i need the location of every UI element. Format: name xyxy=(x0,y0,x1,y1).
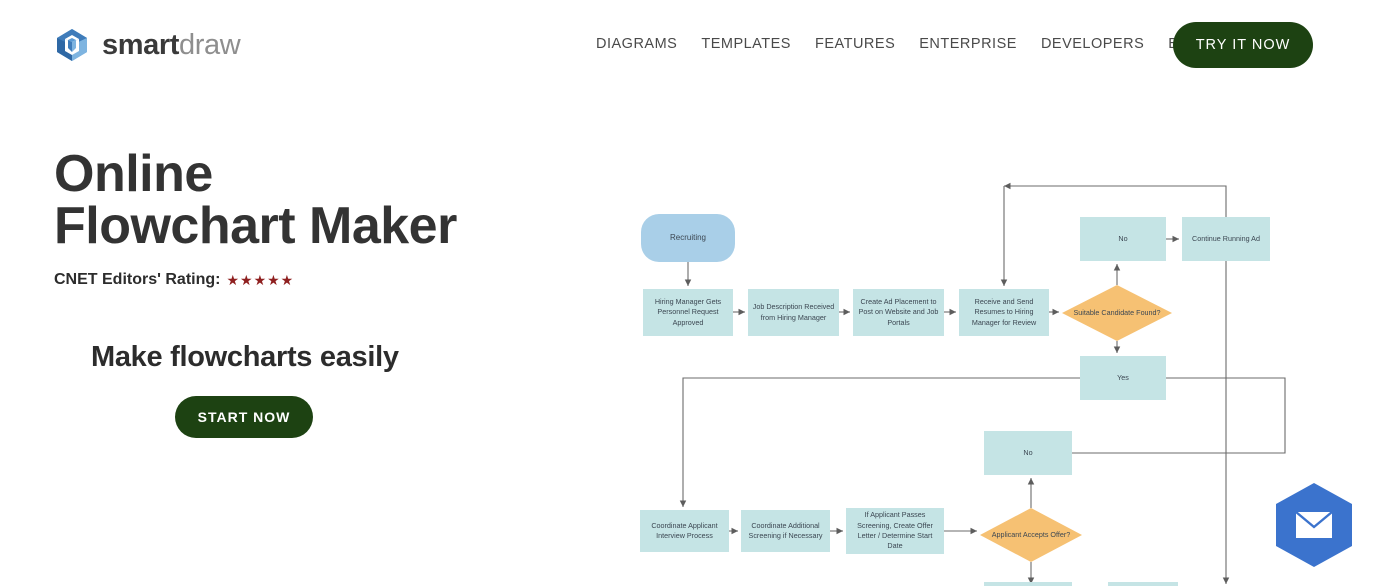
flow-node-no-applicant-declines[interactable]: No xyxy=(984,431,1072,475)
flow-node-offscreen-lower-right[interactable] xyxy=(1108,582,1178,586)
flowchart-preview[interactable]: Recruiting Hiring Manager Gets Personnel… xyxy=(620,170,1320,586)
nav-item-developers[interactable]: DEVELOPERS xyxy=(1029,33,1156,55)
page-title: Online Flowchart Maker xyxy=(54,145,457,255)
main-navigation: DIAGRAMS TEMPLATES FEATURES ENTERPRISE D… xyxy=(596,33,1212,55)
site-logo[interactable]: smartdraw xyxy=(54,27,241,63)
flow-node-hiring-manager-approval[interactable]: Hiring Manager Gets Personnel Request Ap… xyxy=(643,289,733,336)
smartdraw-diamond-logo-icon xyxy=(57,29,87,61)
logo-text-draw: draw xyxy=(179,29,241,61)
nav-item-templates[interactable]: TEMPLATES xyxy=(689,33,803,55)
chat-support-button[interactable] xyxy=(1268,479,1360,571)
logo-wordmark: smartdraw xyxy=(102,27,241,63)
start-now-button[interactable]: START NOW xyxy=(175,396,313,438)
flow-node-continue-running-ad[interactable]: Continue Running Ad xyxy=(1182,217,1270,261)
flow-node-create-ad-placement[interactable]: Create Ad Placement to Post on Website a… xyxy=(853,289,944,336)
flow-node-coordinate-interview[interactable]: Coordinate Applicant Interview Process xyxy=(640,510,729,552)
flow-node-no-suitable-candidate[interactable]: No xyxy=(1080,217,1166,261)
cnet-rating: CNET Editors' Rating: ★★★★★ xyxy=(54,271,294,289)
envelope-icon xyxy=(1276,483,1352,567)
flow-node-label: Applicant Accepts Offer? xyxy=(991,529,1071,539)
flow-node-suitable-candidate-decision[interactable]: Suitable Candidate Found? xyxy=(1062,285,1172,341)
site-header: smartdraw DIAGRAMS TEMPLATES FEATURES EN… xyxy=(0,0,1398,90)
flow-node-offscreen-lower-left[interactable] xyxy=(984,582,1072,586)
nav-item-features[interactable]: FEATURES xyxy=(803,33,907,55)
flow-node-create-offer-letter[interactable]: If Applicant Passes Screening, Create Of… xyxy=(846,508,944,554)
try-it-now-button[interactable]: TRY IT NOW xyxy=(1173,22,1313,68)
flow-node-job-description-received[interactable]: Job Description Received from Hiring Man… xyxy=(748,289,839,336)
flow-node-receive-send-resumes[interactable]: Receive and Send Resumes to Hiring Manag… xyxy=(959,289,1049,336)
rating-stars-icon: ★★★★★ xyxy=(226,271,295,288)
nav-item-diagrams[interactable]: DIAGRAMS xyxy=(596,33,689,55)
flow-node-yes-suitable-candidate[interactable]: Yes xyxy=(1080,356,1166,400)
flow-node-applicant-accepts-decision[interactable]: Applicant Accepts Offer? xyxy=(980,508,1082,562)
logo-text-smart: smart xyxy=(102,29,179,61)
flow-node-additional-screening[interactable]: Coordinate Additional Screening if Neces… xyxy=(741,510,830,552)
rating-label: CNET Editors' Rating: xyxy=(54,271,221,288)
subheading: Make flowcharts easily xyxy=(91,341,399,373)
nav-item-enterprise[interactable]: ENTERPRISE xyxy=(907,33,1029,55)
flow-node-recruiting[interactable]: Recruiting xyxy=(641,214,735,262)
flow-node-label: Suitable Candidate Found? xyxy=(1073,307,1161,317)
